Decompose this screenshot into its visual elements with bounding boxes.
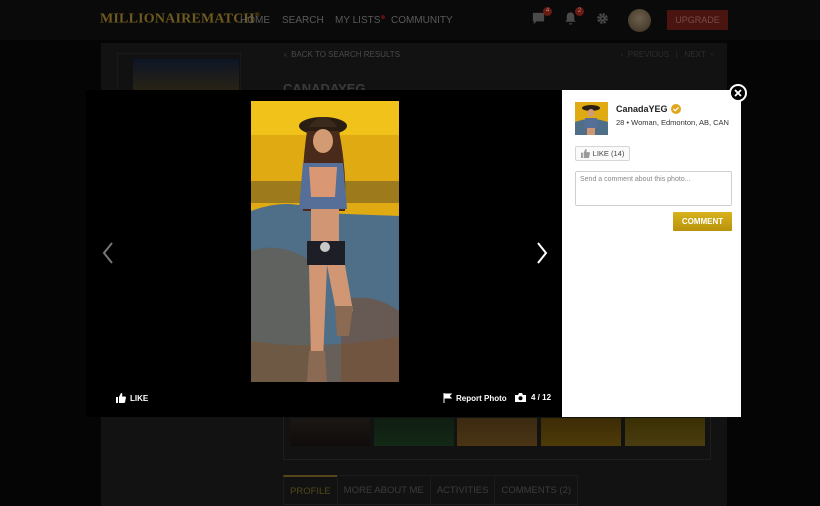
chevron-right-icon: [537, 242, 548, 264]
upgrade-button[interactable]: UPGRADE: [667, 10, 728, 30]
nav-search[interactable]: SEARCH: [282, 15, 324, 26]
previous-photo-button[interactable]: [101, 241, 115, 265]
chevron-left-icon: [102, 242, 113, 264]
prev-next-links: ‹ PREVIOUS | NEXT ›: [620, 50, 713, 59]
user-name-text: CanadaYEG: [616, 104, 668, 114]
like-photo-label: LIKE: [130, 393, 149, 403]
photo-thumbnail[interactable]: [457, 418, 537, 446]
comment-button[interactable]: COMMENT: [673, 212, 732, 231]
site-logo[interactable]: MILLIONAIREMATCH®: [100, 11, 260, 28]
user-thumbnail[interactable]: [575, 102, 608, 135]
profile-main-photo[interactable]: [133, 59, 239, 93]
tab-comments[interactable]: COMMENTS (2): [494, 475, 579, 505]
settings-button[interactable]: [595, 11, 611, 27]
verified-icon: [670, 104, 681, 114]
like-button[interactable]: LIKE (14): [575, 146, 630, 161]
like-photo-button[interactable]: LIKE: [116, 393, 148, 403]
user-name[interactable]: CanadaYEG: [616, 104, 681, 114]
next-photo-button[interactable]: [535, 241, 549, 265]
photo-side-panel: CanadaYEG 28 • Woman, Edmonton, AB, CAN …: [562, 90, 741, 417]
nav-home[interactable]: HOME: [240, 15, 270, 26]
close-modal-button[interactable]: [729, 84, 747, 102]
camera-icon: [515, 393, 526, 402]
comment-input[interactable]: [575, 171, 732, 206]
thumbs-up-icon: [116, 393, 126, 403]
photo-image: [251, 101, 399, 382]
next-link[interactable]: NEXT ›: [685, 50, 713, 59]
photo-thumbnail[interactable]: [541, 418, 621, 446]
avatar[interactable]: [628, 9, 651, 32]
back-to-results-link[interactable]: ‹ BACK TO SEARCH RESULTS: [284, 50, 400, 59]
new-dot: [381, 15, 386, 19]
photo-thumbnail-strip: [283, 415, 711, 460]
profile-photo: [251, 101, 399, 382]
thumbs-up-icon: [580, 149, 590, 158]
messages-badge: 4: [543, 7, 552, 16]
gear-icon: [597, 13, 608, 24]
flag-icon: [443, 393, 452, 403]
report-photo-button[interactable]: Report Photo: [443, 393, 507, 403]
user-meta: 28 • Woman, Edmonton, AB, CAN: [616, 118, 729, 127]
notifications-button[interactable]: 2: [563, 7, 584, 27]
photo-thumbnail[interactable]: [625, 418, 705, 446]
profile-tabs: PROFILE MORE ABOUT ME ACTIVITIES COMMENT…: [283, 475, 579, 505]
photo-thumbnail[interactable]: [290, 418, 370, 446]
photo-counter-text: 4 / 12: [531, 393, 552, 402]
report-photo-label: Report Photo: [456, 393, 507, 403]
close-icon: [734, 89, 742, 97]
notifications-badge: 2: [575, 7, 584, 16]
top-nav: MILLIONAIREMATCH® HOME SEARCH MY LISTS C…: [0, 0, 820, 40]
nav-community[interactable]: COMMUNITY: [391, 15, 453, 26]
nav-my-lists[interactable]: MY LISTS: [335, 15, 386, 26]
like-count-label: LIKE (14): [592, 149, 625, 158]
tab-activities[interactable]: ACTIVITIES: [429, 475, 496, 505]
tab-more-about-me[interactable]: MORE ABOUT ME: [336, 475, 431, 505]
tab-profile[interactable]: PROFILE: [283, 475, 338, 505]
messages-button[interactable]: 4: [531, 7, 552, 27]
photo-counter: 4 / 12: [515, 393, 551, 402]
photo-thumbnail[interactable]: [374, 418, 454, 446]
user-thumbnail-image: [575, 102, 608, 135]
previous-link[interactable]: ‹ PREVIOUS: [621, 50, 669, 59]
